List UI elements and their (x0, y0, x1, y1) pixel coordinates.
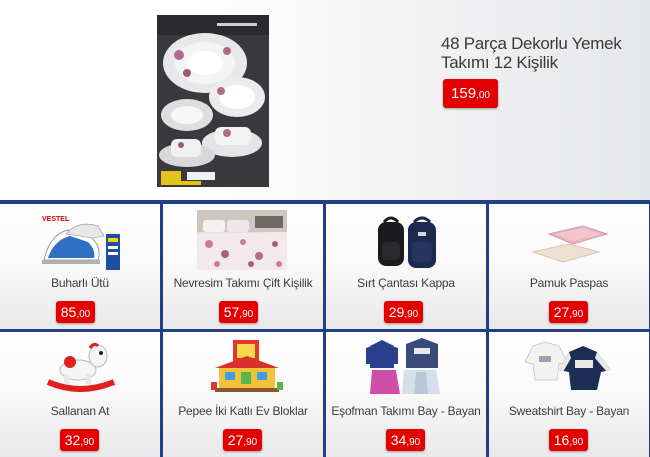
price-badge[interactable]: 27,90 (223, 429, 262, 451)
product-name[interactable]: Nevresim Takımı Çift Kişilik (163, 276, 323, 290)
product-card-pamuk-paspas[interactable]: Pamuk Paspas 27,90 (489, 204, 649, 329)
price-decimal: ,00 (76, 309, 91, 320)
product-card-sirt-cantasi[interactable]: Sırt Çantası Kappa 29,90 (326, 204, 486, 329)
price-integer: 32 (64, 432, 81, 448)
price-badge[interactable]: 32,90 (60, 429, 99, 451)
bedding-set-image (197, 210, 287, 275)
product-card-sweatshirt[interactable]: Sweatshirt Bay - Bayan 16,90 (489, 332, 649, 457)
price-integer: 27 (553, 304, 570, 320)
featured-product[interactable]: 48 Parça Dekorlu Yemek Takımı 12 Kişilik… (0, 0, 650, 200)
price-badge[interactable]: 34,90 (386, 429, 425, 451)
price-decimal: ,90 (569, 309, 584, 320)
featured-price-badge[interactable]: 159,00 (443, 79, 498, 108)
product-name[interactable]: Pamuk Paspas (489, 276, 649, 290)
price-decimal: ,90 (80, 437, 95, 448)
rocking-horse-image (46, 342, 116, 397)
price-decimal: ,90 (569, 437, 584, 448)
product-card-sallanan-at[interactable]: Sallanan At 32,90 (0, 332, 160, 457)
product-card-esofman[interactable]: Eşofman Takımı Bay - Bayan 34,90 (326, 332, 486, 457)
price-integer: 16 (553, 432, 570, 448)
price-badge[interactable]: 85,00 (56, 301, 95, 323)
featured-title[interactable]: 48 Parça Dekorlu Yemek Takımı 12 Kişilik (441, 34, 641, 72)
price-integer: 85 (60, 304, 77, 320)
product-name[interactable]: Sallanan At (0, 404, 160, 418)
bath-mat-image (529, 218, 609, 273)
dinner-set-box-image[interactable] (157, 15, 269, 187)
price-integer: 57 (223, 304, 240, 320)
product-name[interactable]: Sırt Çantası Kappa (326, 276, 486, 290)
product-name[interactable]: Buharlı Ütü (0, 276, 160, 290)
sweatshirt-image (524, 340, 613, 397)
price-badge[interactable]: 29,90 (384, 301, 423, 323)
price-badge[interactable]: 16,90 (549, 429, 588, 451)
price-badge[interactable]: 27,90 (549, 301, 588, 323)
price-decimal: ,90 (239, 309, 254, 320)
tracksuit-image (366, 338, 446, 401)
price-badge[interactable]: 57,90 (219, 301, 258, 323)
price-integer: 29 (388, 304, 405, 320)
product-card-nevresim[interactable]: Nevresim Takımı Çift Kişilik 57,90 (163, 204, 323, 329)
steam-iron-image: VESTEL (38, 212, 124, 277)
toy-house-blocks-image (211, 338, 283, 399)
featured-title-line2: Takımı 12 Kişilik (441, 53, 558, 72)
svg-text:VESTEL: VESTEL (42, 216, 70, 223)
featured-title-line1: 48 Parça Dekorlu Yemek (441, 34, 622, 53)
price-decimal: ,90 (404, 309, 419, 320)
product-card-pepee-ev[interactable]: Pepee İki Katlı Ev Bloklar 27,90 (163, 332, 323, 457)
price-decimal: ,90 (406, 437, 421, 448)
product-grid: VESTEL Buharlı Ütü 85,00 Nevresim Takımı… (0, 200, 650, 457)
product-name[interactable]: Pepee İki Katlı Ev Bloklar (163, 404, 323, 418)
product-name[interactable]: Eşofman Takımı Bay - Bayan (326, 404, 486, 418)
price-decimal: ,00 (476, 90, 490, 101)
product-card-buharli-utu[interactable]: VESTEL Buharlı Ütü 85,00 (0, 204, 160, 329)
price-integer: 34 (390, 432, 407, 448)
price-decimal: ,90 (243, 437, 258, 448)
backpack-image (376, 214, 440, 275)
product-name[interactable]: Sweatshirt Bay - Bayan (489, 404, 649, 418)
price-integer: 27 (227, 432, 244, 448)
price-integer: 159 (451, 85, 477, 102)
